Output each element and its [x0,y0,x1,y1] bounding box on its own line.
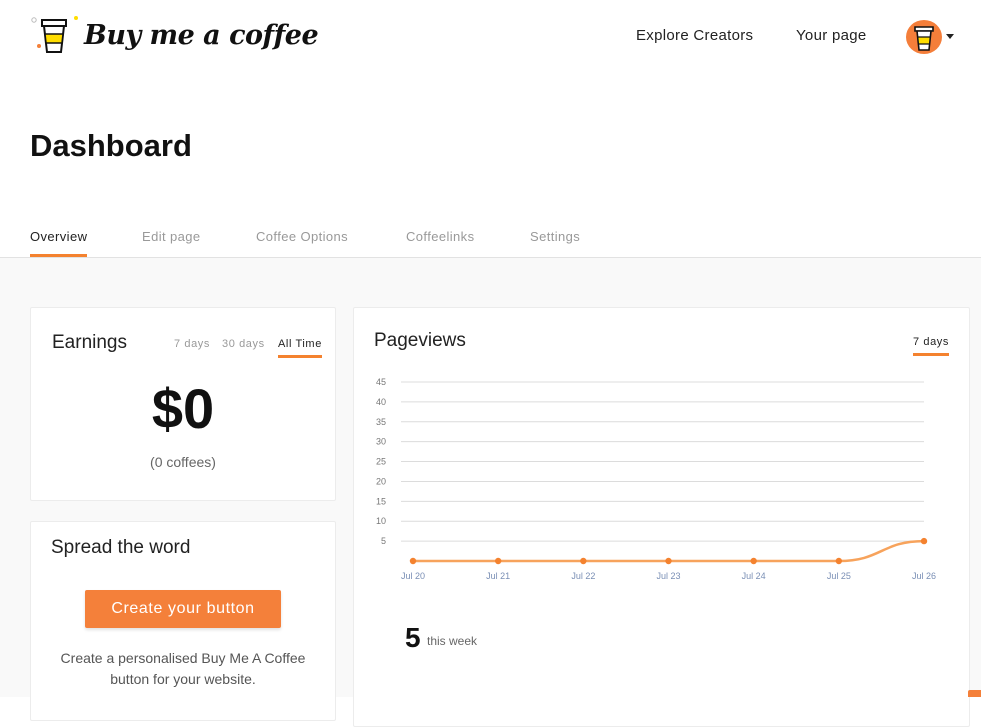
pageviews-chart: 5 10 15 20 25 30 35 40 45 Jul 20 Jul 21 Jul 22 Jul 2… [376,377,936,581]
x-tick-label: Jul 24 [742,571,766,581]
x-tick-label: Jul 20 [401,571,425,581]
y-tick-label: 30 [376,437,386,447]
x-tick-label: Jul 25 [827,571,851,581]
logo-text: Buy me a coffee [84,19,319,51]
data-point [920,537,928,545]
x-tick-label: Jul 21 [486,571,510,581]
earnings-amount: $0 [151,377,215,440]
create-button[interactable]: Create your button [85,590,281,628]
y-tick-label: 35 [376,417,386,427]
y-tick-label: 5 [381,536,386,546]
page-title: Dashboard [30,128,192,163]
spread-description: Create a personalised Buy Me A Coffee bu… [60,650,306,687]
coffees-count: (0 coffees) [150,454,216,470]
data-point [835,557,843,565]
y-tick-label: 10 [376,516,386,526]
x-tick-label: Jul 22 [571,571,595,581]
spread-title: Spread the word [51,537,191,558]
corner-widget[interactable] [968,690,981,697]
data-point [409,557,417,565]
range-all-time[interactable]: All Time [278,338,322,358]
earnings-card: Earnings 7 days 30 days All Time $0 (0 c… [30,307,336,501]
y-tick-label: 45 [376,377,386,387]
range-7-days[interactable]: 7 days [174,338,210,356]
week-label: this week [427,634,478,648]
range-30-days[interactable]: 30 days [222,338,265,356]
tab-settings[interactable]: Settings [530,229,580,256]
nav-your-page[interactable]: Your page [796,27,867,44]
tab-coffeelinks[interactable]: Coffeelinks [406,229,474,256]
week-count: 5 [405,622,421,653]
data-point [580,557,587,565]
coffee-cup-logo-icon [30,12,78,58]
pageviews-card: Pageviews 7 days 5 10 15 20 25 30 35 40 45 Jul 20… [353,307,970,727]
y-tick-label: 40 [376,397,386,407]
spread-card: Spread the word Create your button Creat… [30,521,336,721]
x-tick-label: Jul 23 [656,571,680,581]
tab-overview[interactable]: Overview [30,229,88,257]
top-header: Buy me a coffee Explore Creators Your pa… [0,0,981,80]
x-tick-label: Jul 26 [912,571,936,581]
tab-coffee-options[interactable]: Coffee Options [256,229,348,256]
dashboard-content: Earnings 7 days 30 days All Time $0 (0 c… [0,258,981,727]
tab-bar: Overview Edit page Coffee Options Coffee… [0,220,981,258]
y-tick-label: 15 [376,496,386,506]
logo[interactable]: Buy me a coffee [30,12,319,58]
data-point [665,557,672,565]
avatar[interactable] [906,20,942,54]
nav-explore-creators[interactable]: Explore Creators [636,27,753,44]
data-point [494,557,502,565]
y-tick-label: 20 [376,476,386,486]
data-point [750,557,757,565]
y-tick-label: 25 [376,457,386,467]
chevron-down-icon[interactable] [946,34,954,39]
tab-edit-page[interactable]: Edit page [142,229,201,256]
earnings-title: Earnings [52,332,127,353]
